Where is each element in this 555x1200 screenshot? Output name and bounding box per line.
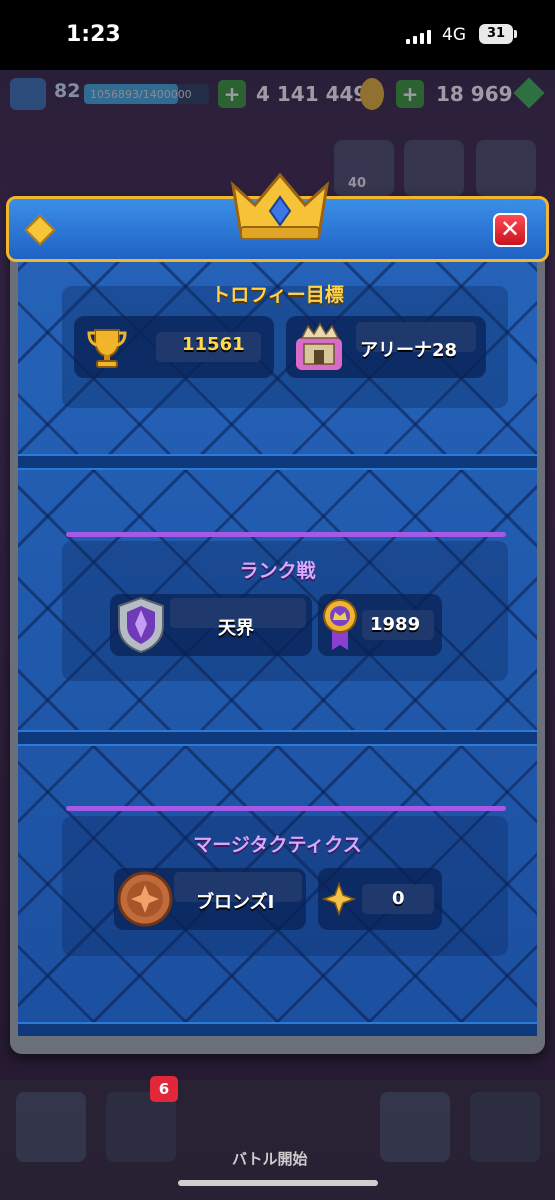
ranked-rating: 1989 xyxy=(370,614,421,635)
nav-clan[interactable] xyxy=(380,1092,450,1162)
gold-coin-icon xyxy=(360,78,384,110)
gem-icon xyxy=(513,77,545,109)
merge-points-pill: 0 xyxy=(318,868,442,930)
level-badge-icon xyxy=(10,78,46,110)
friends-count: 40 xyxy=(348,176,367,191)
trophy-section-title: トロフィー目標 xyxy=(211,284,344,306)
cards-badge: 6 xyxy=(150,1076,178,1102)
dialog-header: ✕ xyxy=(6,172,549,262)
ranked-league-pill: 天界 xyxy=(110,594,312,656)
merge-points: 0 xyxy=(392,888,405,909)
profile-goals-dialog: トロフィー目標 11561 アリーナ28 ランク戦 天界 1989 マージタクテ… xyxy=(6,172,549,1054)
trophy-icon xyxy=(87,329,127,368)
merge-divider-line xyxy=(66,806,506,811)
ranked-divider-line xyxy=(66,532,506,537)
news-button[interactable] xyxy=(404,140,464,196)
merge-league-pill: ブロンズI xyxy=(114,868,306,930)
trophy-count: 11561 xyxy=(182,334,245,355)
battery-icon: 31 xyxy=(479,24,517,44)
nav-shop[interactable] xyxy=(16,1092,86,1162)
arena-icon xyxy=(296,322,342,370)
nav-events[interactable] xyxy=(470,1092,540,1162)
network-type: 4G xyxy=(442,25,466,45)
level-number: 82 xyxy=(54,80,81,102)
gem-amount: 18 969 xyxy=(436,82,513,106)
xp-text: 1056893/1400000 xyxy=(90,88,192,101)
merge-section-title: マージタクティクス xyxy=(193,834,362,856)
add-gems-button[interactable]: + xyxy=(396,80,424,108)
bronze-league-icon xyxy=(117,871,173,927)
ranked-section-title: ランク戦 xyxy=(239,560,316,582)
nav-cards[interactable] xyxy=(106,1092,176,1162)
section-divider xyxy=(18,730,537,746)
status-bar: 1:23 4G 31 xyxy=(0,0,555,70)
friends-button[interactable]: 40 xyxy=(334,140,394,196)
ranked-medal-icon xyxy=(323,599,357,650)
menu-button[interactable] xyxy=(476,140,536,196)
merge-league: ブロンズI xyxy=(196,892,275,913)
star-icon xyxy=(322,882,356,916)
home-indicator[interactable] xyxy=(178,1180,378,1186)
dialog-body: トロフィー目標 11561 アリーナ28 ランク戦 天界 1989 マージタクテ… xyxy=(18,256,537,1036)
add-gold-button[interactable]: + xyxy=(218,80,246,108)
arena-pill: アリーナ28 xyxy=(286,316,486,378)
arena-name: アリーナ28 xyxy=(360,340,458,361)
status-time: 1:23 xyxy=(66,22,121,47)
header-gem-icon xyxy=(24,214,56,246)
ranked-league-icon xyxy=(118,596,164,654)
gold-amount: 4 141 449 xyxy=(256,82,368,106)
ranked-rating-pill: 1989 xyxy=(318,594,442,656)
resource-bar: 82 1056893/1400000 + 4 141 449 + 18 969 xyxy=(0,72,555,118)
ranked-league: 天界 xyxy=(218,618,254,639)
section-divider xyxy=(18,454,537,470)
section-divider xyxy=(18,1022,537,1036)
battle-label: バトル開始 xyxy=(232,1150,308,1168)
close-button[interactable]: ✕ xyxy=(493,213,527,247)
signal-icon xyxy=(406,30,431,44)
crown-icon xyxy=(230,172,330,240)
trophy-count-pill: 11561 xyxy=(74,316,274,378)
